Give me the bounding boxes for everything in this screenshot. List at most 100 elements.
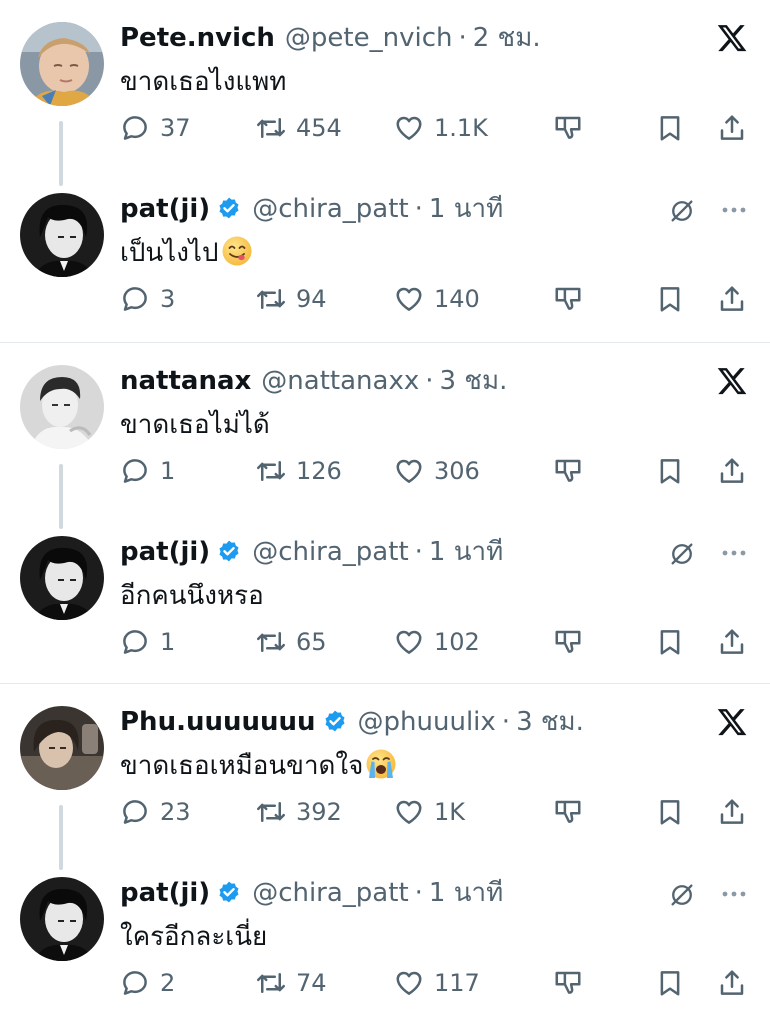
timestamp[interactable]: 1 นาที [429, 191, 503, 227]
share-button[interactable] [717, 792, 747, 832]
share-icon [720, 286, 744, 311]
avatar[interactable] [20, 193, 104, 277]
like-button[interactable]: 140 [394, 279, 480, 319]
avatar[interactable] [20, 365, 104, 449]
original-tweet[interactable]: Phu.uuuuuuu @phuuulix · 3 ชม. ขาดเธอเหมื… [0, 684, 770, 854]
reply-button[interactable]: 1 [120, 451, 175, 491]
original-tweet[interactable]: Pete.nvich @pete_nvich · 2 ชม. ขาดเธอไงแ… [0, 0, 770, 170]
avatar[interactable] [20, 536, 104, 620]
repost-button[interactable]: 126 [256, 451, 342, 491]
repost-button[interactable]: 392 [256, 792, 342, 832]
like-button[interactable]: 1K [394, 792, 465, 832]
timestamp[interactable]: 2 ชม. [473, 20, 541, 56]
grok-icon[interactable] [668, 197, 696, 225]
tweet-text: อีกคนนึงหรอ [120, 576, 264, 616]
reply-count: 1 [160, 457, 176, 485]
downvote-button[interactable] [553, 279, 583, 319]
display-name[interactable]: nattanax [120, 363, 251, 399]
more-options-icon[interactable] [720, 542, 748, 564]
reply-icon [123, 630, 147, 654]
repost-button[interactable]: 454 [256, 108, 342, 148]
share-icon [720, 970, 744, 995]
tweet-text: ใครอีกละเนี่ย [120, 917, 267, 957]
reply-tweet[interactable]: pat(ji) @chira_patt · 1 นาที เป็นไงไป 3 [0, 171, 770, 341]
separator-dot: · [414, 537, 423, 567]
tweet-header: Phu.uuuuuuu @phuuulix · 3 ชม. [120, 704, 584, 740]
bookmark-button[interactable] [655, 792, 685, 832]
bookmark-button[interactable] [655, 963, 685, 1003]
more-options-icon[interactable] [720, 199, 748, 221]
user-handle[interactable]: @pete_nvich [285, 20, 453, 56]
reply-button[interactable]: 1 [120, 622, 175, 662]
display-name[interactable]: pat(ji) [120, 191, 210, 227]
user-handle[interactable]: @nattanaxx [261, 363, 419, 399]
avatar[interactable] [20, 22, 104, 106]
timestamp[interactable]: 1 นาที [429, 875, 503, 911]
reply-tweet[interactable]: pat(ji) @chira_patt · 1 นาที อีกคนนึงหรอ… [0, 514, 770, 684]
avatar[interactable] [20, 706, 104, 790]
action-bar: 2 74 117 [120, 963, 750, 1003]
reply-button[interactable]: 37 [120, 108, 191, 148]
display-name[interactable]: Phu.uuuuuuu [120, 704, 316, 740]
reply-icon [123, 971, 147, 995]
like-button[interactable]: 1.1K [394, 108, 488, 148]
user-handle[interactable]: @chira_patt [252, 875, 408, 911]
bookmark-button[interactable] [655, 279, 685, 319]
tweet-text: ขาดเธอเหมือนขาดใจ [120, 746, 397, 786]
downvote-button[interactable] [553, 963, 583, 1003]
display-name[interactable]: pat(ji) [120, 534, 210, 570]
thumbs-down-icon [555, 800, 581, 823]
more-options-icon[interactable] [720, 883, 748, 905]
reply-button[interactable]: 2 [120, 963, 175, 1003]
display-name[interactable]: pat(ji) [120, 875, 210, 911]
share-button[interactable] [717, 622, 747, 662]
downvote-button[interactable] [553, 622, 583, 662]
like-button[interactable]: 102 [394, 622, 480, 662]
tweet-text-content: ขาดเธอไม่ได้ [120, 410, 270, 440]
downvote-button[interactable] [553, 451, 583, 491]
reply-count: 3 [160, 285, 176, 313]
downvote-button[interactable] [553, 108, 583, 148]
original-tweet[interactable]: nattanax @nattanaxx · 3 ชม. ขาดเธอไม่ได้… [0, 343, 770, 513]
timestamp[interactable]: 3 ชม. [516, 704, 584, 740]
timestamp[interactable]: 1 นาที [429, 534, 503, 570]
share-button[interactable] [717, 451, 747, 491]
thumbs-down-icon [555, 459, 581, 482]
user-handle[interactable]: @chira_patt [252, 534, 408, 570]
grok-icon[interactable] [668, 881, 696, 909]
user-handle[interactable]: @chira_patt [252, 191, 408, 227]
thumbs-down-icon [555, 630, 581, 653]
bookmark-button[interactable] [655, 108, 685, 148]
grok-icon[interactable] [668, 540, 696, 568]
reply-tweet[interactable]: pat(ji) @chira_patt · 1 นาที ใครอีกละเนี… [0, 855, 770, 1024]
separator-dot: · [425, 366, 434, 396]
share-icon [720, 115, 744, 140]
like-count: 140 [434, 285, 480, 313]
reply-button[interactable]: 3 [120, 279, 175, 319]
x-logo-icon [716, 22, 748, 54]
crying-face-emoji-icon [365, 748, 397, 780]
like-button[interactable]: 306 [394, 451, 480, 491]
bookmark-button[interactable] [655, 451, 685, 491]
downvote-button[interactable] [553, 792, 583, 832]
like-button[interactable]: 117 [394, 963, 480, 1003]
bookmark-icon [660, 287, 680, 312]
tweet-text-content: ขาดเธอเหมือนขาดใจ [120, 751, 364, 781]
avatar[interactable] [20, 877, 104, 961]
reply-count: 1 [160, 628, 176, 656]
display-name[interactable]: Pete.nvich [120, 20, 275, 56]
user-handle[interactable]: @phuuulix [358, 704, 496, 740]
share-button[interactable] [717, 279, 747, 319]
share-button[interactable] [717, 963, 747, 1003]
bookmark-button[interactable] [655, 622, 685, 662]
thumbs-down-icon [555, 971, 581, 994]
reply-icon [123, 800, 147, 824]
repost-button[interactable]: 94 [256, 279, 327, 319]
repost-button[interactable]: 74 [256, 963, 327, 1003]
tweet-header: pat(ji) @chira_patt · 1 นาที [120, 875, 503, 911]
separator-dot: · [414, 878, 423, 908]
reply-button[interactable]: 23 [120, 792, 191, 832]
share-button[interactable] [717, 108, 747, 148]
timestamp[interactable]: 3 ชม. [439, 363, 507, 399]
repost-button[interactable]: 65 [256, 622, 327, 662]
